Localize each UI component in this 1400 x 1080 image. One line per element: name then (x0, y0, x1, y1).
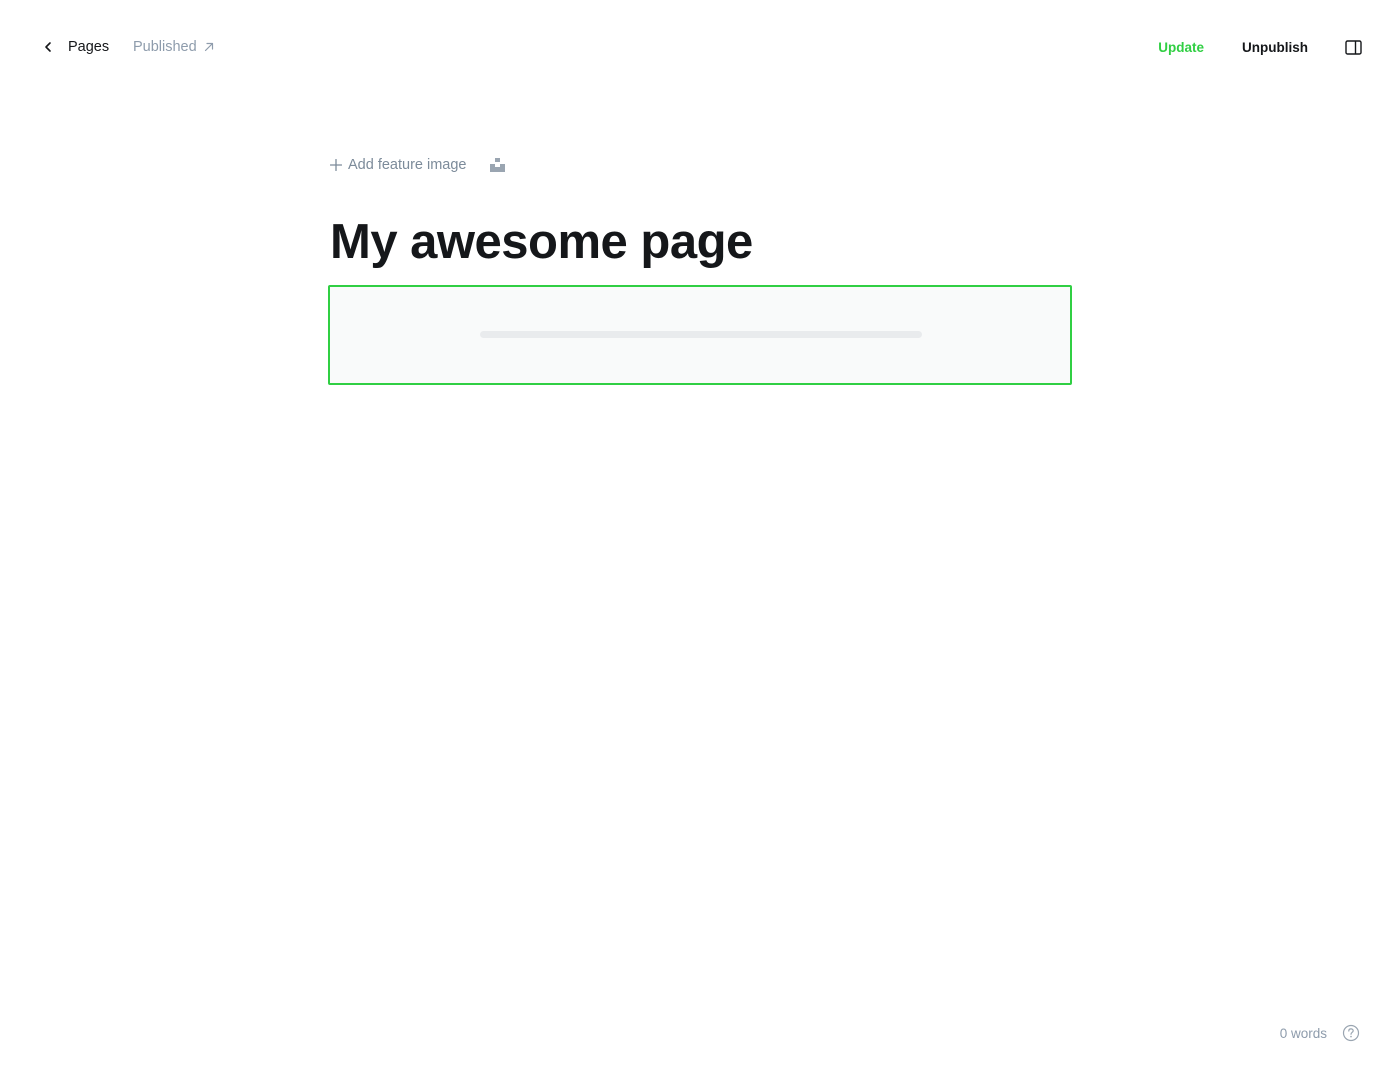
add-feature-image-label: Add feature image (348, 157, 467, 173)
editor-header: Pages Published Update Unpublish (0, 0, 1400, 94)
page-title[interactable]: My awesome page (330, 210, 1072, 274)
external-arrow-icon (203, 41, 215, 53)
header-actions: Update Unpublish (1158, 34, 1362, 60)
unsplash-icon[interactable] (489, 156, 507, 174)
status-label: Published (133, 39, 197, 55)
chevron-left-icon (38, 36, 58, 58)
content-card-placeholder[interactable] (328, 285, 1072, 385)
editor-footer: 0 words (1280, 1024, 1360, 1042)
question-circle-icon[interactable] (1342, 1024, 1360, 1042)
add-feature-image-button[interactable]: Add feature image (330, 157, 467, 173)
unpublish-button[interactable]: Unpublish (1242, 40, 1308, 55)
back-to-pages-link[interactable]: Pages (38, 36, 109, 58)
plus-icon (330, 159, 342, 171)
feature-image-row: Add feature image (330, 150, 1072, 180)
word-count: 0 words (1279, 1025, 1327, 1041)
published-status-link[interactable]: Published (133, 36, 215, 58)
breadcrumb-pages-label: Pages (68, 39, 110, 55)
sidebar-toggle-icon[interactable] (1344, 38, 1362, 56)
editor-content: Add feature image My awesome page (330, 150, 1072, 274)
loading-placeholder-bar (480, 331, 922, 338)
update-button[interactable]: Update (1158, 40, 1204, 55)
